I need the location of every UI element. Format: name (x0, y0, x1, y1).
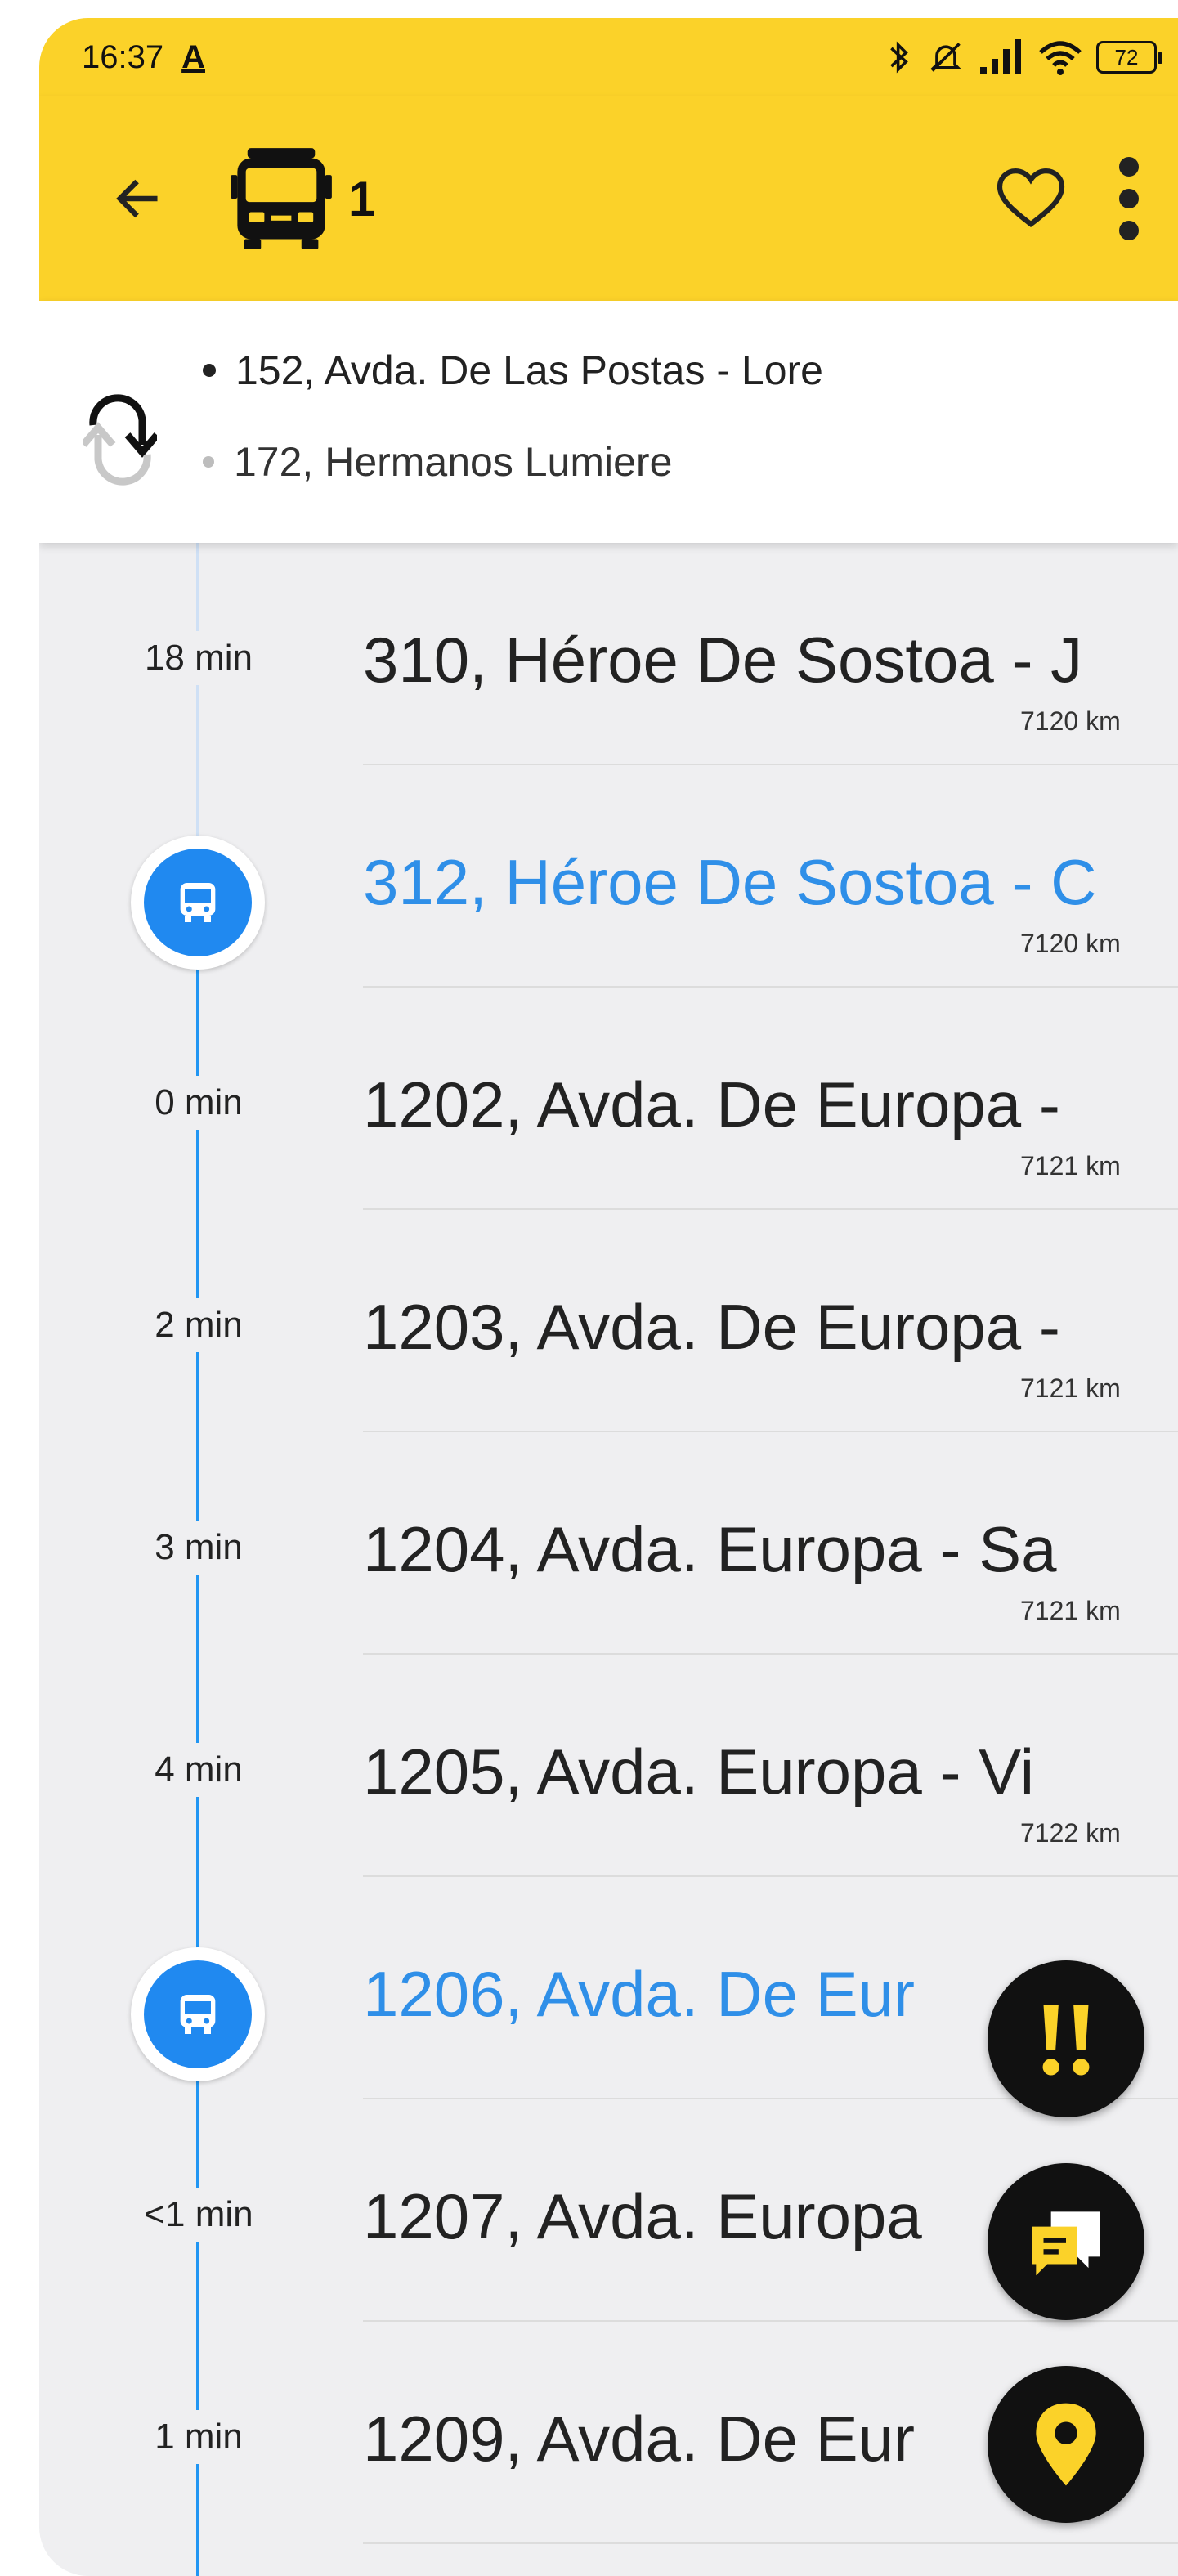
stop-distance: 7122 km (1020, 1818, 1121, 1848)
phone-screen: 16:37 A 72 1 152, Avda. De Las Postas - … (39, 18, 1178, 2576)
stop-eta: 1 min (105, 2410, 293, 2464)
stop-name: 312, Héroe De Sostoa - C (363, 846, 1097, 918)
location-pin-icon (1036, 2403, 1096, 2486)
app-toolbar: 1 (39, 96, 1178, 301)
status-time: 16:37 (82, 38, 164, 75)
bus-icon (180, 1995, 216, 2034)
stop-name: 1202, Avda. De Europa - (363, 1068, 1060, 1140)
row-divider (363, 2542, 1178, 2544)
bus-position-marker (131, 1947, 265, 2081)
stop-name: 1206, Avda. De Eur (363, 1958, 916, 2030)
stop-name: 1203, Avda. De Europa - (363, 1291, 1060, 1363)
heart-outline-icon (997, 168, 1065, 227)
bus-icon (231, 148, 332, 249)
status-bar: 16:37 A 72 (39, 18, 1178, 96)
direction-destination: 172, Hermanos Lumiere (203, 438, 672, 486)
signal-icon (980, 39, 1021, 74)
stop-name: 1204, Avda. Europa - Sa (363, 1513, 1057, 1585)
back-button[interactable] (105, 166, 170, 231)
bell-off-icon (929, 43, 962, 72)
stop-eta: <1 min (105, 2188, 293, 2242)
stop-name: 1209, Avda. De Eur (363, 2403, 916, 2475)
map-location-button[interactable] (988, 2366, 1144, 2523)
bluetooth-icon (890, 41, 908, 74)
direction-origin-label: 152, Avda. De Las Postas - Lore (235, 347, 823, 393)
battery-icon: 72 (1096, 41, 1162, 74)
stop-row[interactable]: 3 min 1204, Avda. Europa - Sa 7121 km (39, 1432, 1178, 1655)
stop-row[interactable]: 4 min 1205, Avda. Europa - Vi 7122 km (39, 1655, 1178, 1877)
chat-icon (1032, 2211, 1100, 2276)
swap-direction-icon (80, 394, 160, 486)
stop-name: 1205, Avda. Europa - Vi (363, 1736, 1035, 1808)
stop-distance: 7121 km (1020, 1596, 1121, 1625)
alert-icon (1042, 2005, 1090, 2076)
stop-row[interactable]: 18 min 310, Héroe De Sostoa - J 7120 km (39, 543, 1178, 765)
swap-direction-button[interactable] (80, 376, 160, 499)
bus-position-marker (131, 836, 265, 970)
stop-distance: 7120 km (1020, 706, 1121, 736)
stop-distance: 7120 km (1020, 929, 1121, 958)
battery-level: 72 (1114, 44, 1139, 69)
stop-name: 310, Héroe De Sostoa - J (363, 624, 1083, 696)
stop-row[interactable]: 2 min 1203, Avda. De Europa - 7121 km (39, 1210, 1178, 1432)
arrow-left-icon (116, 179, 158, 218)
bus-icon (180, 883, 216, 922)
origin-dot (203, 364, 216, 377)
bus-logo (227, 145, 335, 253)
report-alert-button[interactable] (988, 1960, 1144, 2117)
favorite-button[interactable] (990, 158, 1072, 240)
more-vert-icon (1119, 157, 1139, 240)
stop-eta: 0 min (105, 1076, 293, 1130)
line-number: 1 (348, 171, 376, 226)
more-options-button[interactable] (1104, 150, 1153, 248)
stop-distance: 7121 km (1020, 1151, 1121, 1180)
destination-dot (203, 456, 214, 468)
notification-icon: A (181, 38, 205, 75)
stop-row[interactable]: 312, Héroe De Sostoa - C 7120 km (39, 765, 1178, 988)
direction-origin: 152, Avda. De Las Postas - Lore (203, 347, 823, 394)
stop-eta: 3 min (105, 1521, 293, 1575)
stop-eta: 4 min (105, 1743, 293, 1797)
chat-button[interactable] (988, 2163, 1144, 2320)
stop-eta: 2 min (105, 1298, 293, 1352)
direction-destination-label: 172, Hermanos Lumiere (234, 439, 673, 485)
stop-name: 1207, Avda. Europa (363, 2180, 922, 2252)
stop-distance: 7121 km (1020, 1373, 1121, 1403)
stop-eta: 18 min (105, 631, 293, 685)
route-direction-header: 152, Avda. De Las Postas - Lore 172, Her… (39, 301, 1178, 543)
stop-row[interactable]: 0 min 1202, Avda. De Europa - 7121 km (39, 988, 1178, 1210)
wifi-icon (1039, 41, 1082, 75)
